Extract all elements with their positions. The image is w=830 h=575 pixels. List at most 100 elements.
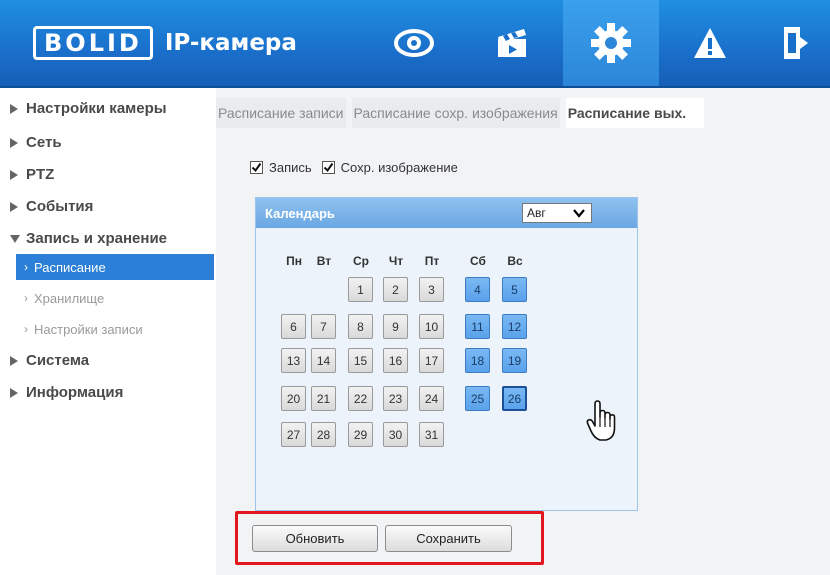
- chevron-right-icon: ›: [24, 322, 28, 336]
- tab-holiday-schedule[interactable]: Расписание вых.: [565, 98, 705, 128]
- calendar-day[interactable]: 6: [281, 314, 306, 339]
- checkmark-icon: [251, 162, 262, 173]
- snapshot-checkbox-label: Сохр. изображение: [340, 160, 458, 175]
- nav-logout-button[interactable]: [760, 0, 830, 86]
- nav-playback-button[interactable]: [467, 0, 557, 86]
- logo: BOLID IP-камера: [33, 26, 297, 60]
- sidebar-item-network[interactable]: Сеть: [10, 134, 62, 151]
- calendar-day[interactable]: 4: [465, 277, 490, 302]
- weekday-label: Чт: [388, 254, 404, 268]
- calendar-day[interactable]: 14: [311, 348, 336, 373]
- calendar-day[interactable]: 25: [465, 386, 490, 411]
- calendar-day[interactable]: 5: [502, 277, 527, 302]
- hand-cursor-icon: [586, 400, 616, 441]
- sidebar-item-label: Сеть: [26, 134, 62, 151]
- calendar-day[interactable]: 28: [311, 422, 336, 447]
- expand-arrow-icon: [10, 355, 18, 366]
- sidebar-subitem-label: Расписание: [34, 259, 106, 275]
- sidebar-subitem-label: Настройки записи: [34, 321, 143, 337]
- month-select[interactable]: Авг: [522, 203, 592, 223]
- sidebar-item-system[interactable]: Система: [10, 352, 89, 369]
- calendar-day[interactable]: 24: [419, 386, 444, 411]
- calendar-day[interactable]: 26: [502, 386, 527, 411]
- expand-arrow-icon: [10, 169, 18, 180]
- logout-icon: [784, 27, 808, 59]
- calendar-day[interactable]: 23: [383, 386, 408, 411]
- nav-settings-button[interactable]: [563, 0, 659, 86]
- collapse-arrow-icon: [10, 234, 20, 243]
- clapperboard-icon: [498, 29, 526, 57]
- sidebar-subitem-schedule[interactable]: › Расписание: [16, 254, 214, 280]
- sidebar-item-label: Запись и хранение: [26, 230, 168, 247]
- calendar-header: Календарь Авг: [256, 198, 637, 228]
- top-header: BOLID IP-камера: [0, 0, 830, 86]
- weekday-label: Пт: [424, 254, 440, 268]
- highlight-frame: [235, 511, 544, 565]
- calendar-day[interactable]: 7: [311, 314, 336, 339]
- expand-arrow-icon: [10, 103, 18, 114]
- sidebar-item-label: События: [26, 198, 94, 215]
- record-checkbox-label: Запись: [269, 160, 312, 175]
- weekday-label: Вс: [507, 254, 523, 268]
- sidebar-item-label: PTZ: [26, 166, 55, 183]
- calendar: Календарь Авг Пн Вт Ср Чт Пт Сб Вс 1 2 3 4 5 6 7 8 9 10 1…: [255, 197, 638, 511]
- month-select-value: Авг: [527, 206, 546, 220]
- expand-arrow-icon: [10, 201, 18, 212]
- expand-arrow-icon: [10, 137, 18, 148]
- sidebar-subitem-storage[interactable]: › Хранилище: [0, 285, 214, 311]
- sidebar-item-label: Информация: [26, 384, 124, 401]
- weekday-label: Ср: [353, 254, 369, 268]
- nav-alarm-button[interactable]: [665, 0, 755, 86]
- calendar-day[interactable]: 27: [281, 422, 306, 447]
- calendar-day[interactable]: 22: [348, 386, 373, 411]
- schedule-tabs: Расписание записи Расписание сохр. изобр…: [216, 98, 710, 128]
- calendar-day[interactable]: 17: [419, 348, 444, 373]
- calendar-day[interactable]: 9: [383, 314, 408, 339]
- calendar-day[interactable]: 8: [348, 314, 373, 339]
- calendar-day[interactable]: 1: [348, 277, 373, 302]
- weekday-label: Пн: [286, 254, 302, 268]
- checkmark-icon: [323, 162, 333, 173]
- calendar-day[interactable]: 29: [348, 422, 373, 447]
- calendar-day[interactable]: 2: [383, 277, 408, 302]
- calendar-day[interactable]: 12: [502, 314, 527, 339]
- app-title: IP-камера: [164, 30, 297, 56]
- sidebar-item-storage[interactable]: Запись и хранение: [10, 230, 167, 247]
- calendar-day[interactable]: 15: [348, 348, 373, 373]
- logo-mark: BOLID: [33, 26, 153, 60]
- record-checkbox[interactable]: [250, 161, 263, 174]
- calendar-day[interactable]: 16: [383, 348, 408, 373]
- nav-live-view-button[interactable]: [369, 0, 459, 86]
- calendar-day[interactable]: 10: [419, 314, 444, 339]
- chevron-right-icon: ›: [24, 260, 28, 274]
- sidebar-subitem-label: Хранилище: [34, 290, 105, 306]
- calendar-day[interactable]: 20: [281, 386, 306, 411]
- sidebar-item-ptz[interactable]: PTZ: [10, 166, 54, 183]
- calendar-day[interactable]: 18: [465, 348, 490, 373]
- sidebar: Настройки камеры Сеть PTZ События Запись…: [0, 88, 216, 575]
- sidebar-item-events[interactable]: События: [10, 198, 93, 215]
- calendar-day[interactable]: 21: [311, 386, 336, 411]
- chevron-right-icon: ›: [24, 291, 28, 305]
- calendar-day[interactable]: 11: [465, 314, 490, 339]
- calendar-day[interactable]: 30: [383, 422, 408, 447]
- calendar-day[interactable]: 3: [419, 277, 444, 302]
- schedule-options: Запись Сохр. изображение: [250, 160, 468, 175]
- sidebar-item-label: Система: [26, 352, 90, 369]
- tab-snapshot-schedule[interactable]: Расписание сохр. изображения: [351, 98, 560, 128]
- snapshot-checkbox[interactable]: [321, 161, 335, 174]
- tab-record-schedule[interactable]: Расписание записи: [216, 98, 346, 128]
- sidebar-item-camera-settings[interactable]: Настройки камеры: [10, 100, 167, 117]
- weekday-label: Сб: [470, 254, 486, 268]
- calendar-day[interactable]: 31: [419, 422, 444, 447]
- sidebar-subitem-record-settings[interactable]: › Настройки записи: [0, 316, 214, 342]
- chevron-down-icon: [573, 209, 585, 218]
- calendar-day[interactable]: 19: [502, 348, 527, 373]
- sidebar-item-label: Настройки камеры: [26, 100, 167, 117]
- calendar-title: Календарь: [265, 206, 335, 221]
- sidebar-item-information[interactable]: Информация: [10, 384, 123, 401]
- eye-icon: [394, 29, 434, 57]
- expand-arrow-icon: [10, 387, 18, 398]
- app-root: BOLID IP-камера Настройки камеры Сеть PT…: [0, 0, 830, 575]
- calendar-day[interactable]: 13: [281, 348, 306, 373]
